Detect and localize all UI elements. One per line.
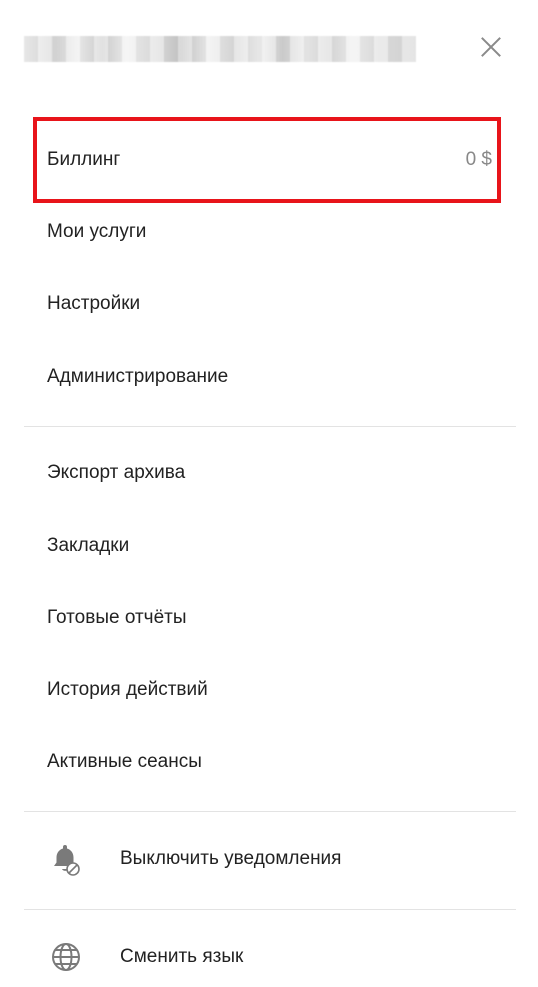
- account-title-redacted: [24, 36, 416, 62]
- menu-item-bookmarks[interactable]: Закладки: [24, 516, 516, 576]
- bell-off-icon: [48, 841, 84, 877]
- menu-item-administration[interactable]: Администрирование: [24, 347, 516, 407]
- divider: [24, 811, 516, 812]
- menu-item-label: Выключить уведомления: [120, 848, 342, 869]
- menu-item-label: Закладки: [47, 535, 130, 556]
- menu-item-label: Мои услуги: [47, 221, 147, 242]
- menu-item-active-sessions[interactable]: Активные сеансы: [24, 732, 516, 792]
- globe-icon: [48, 939, 84, 975]
- menu-item-disable-notifications[interactable]: Выключить уведомления: [24, 829, 516, 889]
- menu-item-label: Настройки: [47, 293, 141, 314]
- menu-item-label: История действий: [47, 679, 208, 700]
- menu-item-label: Администрирование: [47, 366, 229, 387]
- menu-item-change-language[interactable]: Сменить язык: [24, 927, 516, 987]
- close-icon[interactable]: [474, 30, 508, 64]
- menu-item-label: Активные сеансы: [47, 751, 202, 772]
- menu-header: [0, 0, 538, 100]
- menu-item-export-archive[interactable]: Экспорт архива: [24, 443, 516, 503]
- menu-item-label: Экспорт архива: [47, 462, 186, 483]
- menu-item-my-services[interactable]: Мои услуги: [24, 202, 516, 262]
- menu-item-billing[interactable]: Биллинг 0 $: [24, 130, 516, 190]
- menu-item-label: Готовые отчёты: [47, 607, 187, 628]
- divider: [24, 426, 516, 427]
- menu-item-label: Биллинг: [47, 149, 121, 170]
- menu-item-label: Сменить язык: [120, 946, 244, 967]
- billing-balance: 0 $: [465, 149, 492, 170]
- divider: [24, 909, 516, 910]
- menu-item-action-history[interactable]: История действий: [24, 660, 516, 720]
- menu-item-settings[interactable]: Настройки: [24, 274, 516, 334]
- menu-item-ready-reports[interactable]: Готовые отчёты: [24, 588, 516, 648]
